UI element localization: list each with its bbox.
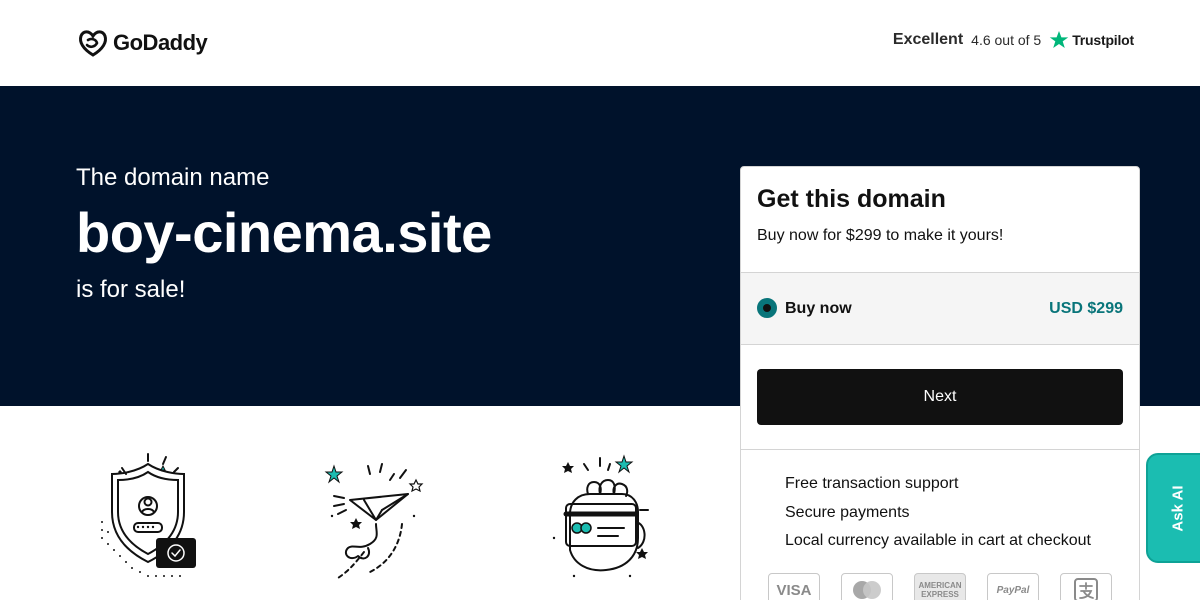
card-divider (741, 449, 1139, 450)
trustpilot-brand: Trustpilot (1049, 30, 1134, 50)
rating-word: Excellent (892, 31, 964, 48)
hero-pre-text: The domain name (76, 164, 270, 191)
godaddy-logo[interactable]: GoDaddy (77, 28, 208, 58)
alipay-icon (1060, 573, 1112, 600)
buy-now-option[interactable]: Buy now USD $299 (741, 272, 1139, 345)
site-header: GoDaddy Excellent 4.6 out of 5 Trustpilo… (0, 0, 1200, 86)
hero-post-text: is for sale! (76, 276, 186, 303)
trustpilot-rating[interactable]: Excellent 4.6 out of 5 Trustpilot (893, 30, 1134, 50)
feature-item: Secure payments (785, 503, 910, 521)
purchase-card: Get this domain Buy now for $299 to make… (740, 166, 1140, 600)
next-button[interactable]: Next (757, 369, 1123, 425)
payment-methods: VISA AMERICAN EXPRESS PayPal (768, 573, 1112, 600)
mastercard-circles (853, 581, 881, 599)
alipay-glyph (1074, 578, 1098, 600)
rating-score: 4.6 out of 5 (971, 32, 1042, 48)
shield-user-icon (101, 453, 196, 577)
hero-domain-name: boy-cinema.site (76, 201, 492, 264)
godaddy-logo-icon (79, 30, 107, 57)
feature-item: Free transaction support (785, 475, 959, 492)
logo-text: GoDaddy (113, 30, 208, 55)
mastercard-icon (841, 573, 893, 600)
trustpilot-text: Trustpilot (1072, 32, 1134, 48)
paypal-icon: PayPal (987, 573, 1039, 600)
visa-icon: VISA (768, 573, 820, 600)
card-hand-icon (552, 454, 649, 578)
buy-now-radio[interactable] (757, 298, 777, 318)
buy-now-label: Buy now (785, 300, 852, 317)
card-title: Get this domain (757, 185, 946, 213)
buy-now-price: USD $299 (1049, 300, 1123, 317)
paper-plane-icon (324, 463, 424, 579)
trustpilot-star-icon (1050, 31, 1069, 48)
feature-item: Local currency available in cart at chec… (785, 532, 1091, 549)
ask-ai-label: Ask AI (1169, 484, 1187, 532)
card-subtitle: Buy now for $299 to make it yours! (757, 227, 1004, 244)
ask-ai-button[interactable]: Ask AI (1146, 453, 1200, 563)
feature-list: Free transaction support Secure payments… (785, 474, 1091, 560)
amex-icon: AMERICAN EXPRESS (914, 573, 966, 600)
